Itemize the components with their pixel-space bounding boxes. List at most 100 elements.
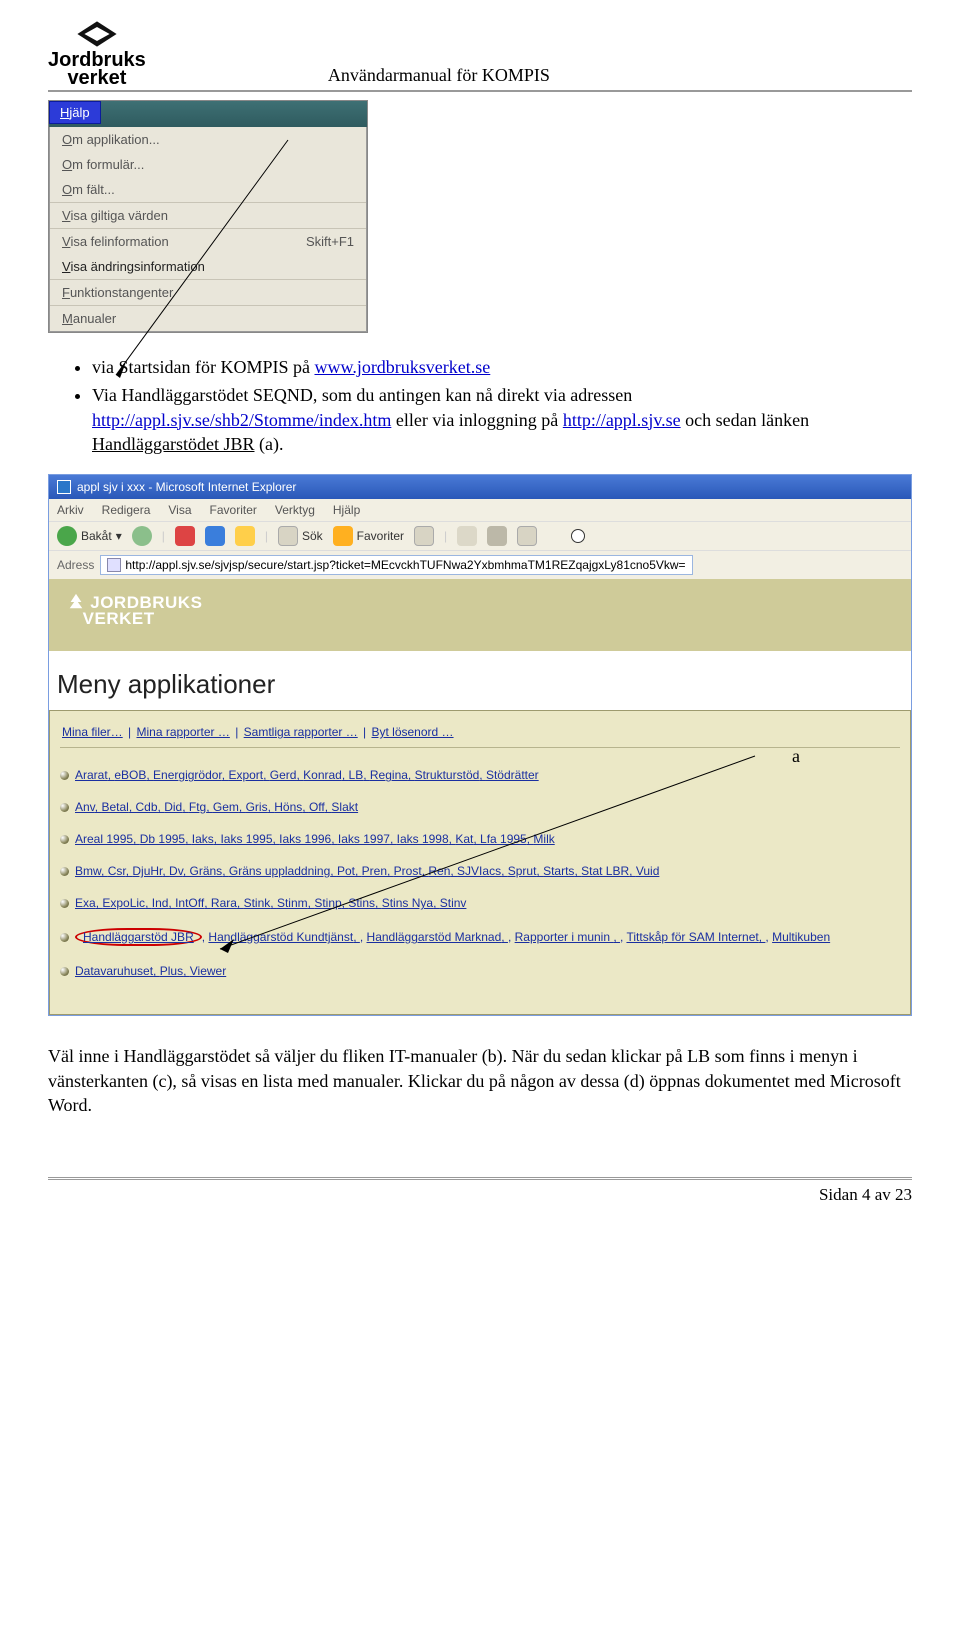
app-link[interactable]: Gräns [190, 864, 229, 878]
bullet-icon [60, 835, 69, 844]
app-link[interactable]: Bmw [75, 864, 108, 878]
app-link[interactable]: Pren [362, 864, 394, 878]
app-link[interactable]: Handläggarstöd Marknad [367, 930, 508, 944]
ie-address-row: Adress http://appl.sjv.se/sjvjsp/secure/… [49, 550, 911, 579]
app-link[interactable]: Betal [101, 800, 135, 814]
link-row-last: DatavaruhusetPlusViewer [60, 964, 900, 978]
app-link[interactable]: Rara [211, 896, 244, 910]
app-link[interactable]: Milk [533, 832, 554, 846]
app-link[interactable]: eBOB [114, 768, 153, 782]
app-link[interactable]: Stinm [277, 896, 314, 910]
forward-icon[interactable] [132, 526, 152, 546]
app-link[interactable]: Viewer [190, 964, 226, 978]
link-shb2[interactable]: http://appl.sjv.se/shb2/Stomme/index.htm [92, 410, 391, 430]
app-link[interactable]: IntOff [175, 896, 211, 910]
ie-menu-item[interactable]: Verktyg [275, 503, 315, 517]
app-link[interactable]: Gerd [270, 768, 303, 782]
refresh-icon[interactable] [205, 526, 225, 546]
app-link[interactable]: SJVIacs [457, 864, 508, 878]
app-link[interactable]: Anv [75, 800, 101, 814]
home-icon[interactable] [235, 526, 255, 546]
app-link[interactable]: Datavaruhuset [75, 964, 160, 978]
app-link[interactable]: Off [309, 800, 331, 814]
app-link[interactable]: Export [228, 768, 269, 782]
link-applsjv[interactable]: http://appl.sjv.se [563, 410, 681, 430]
app-link[interactable]: Vuid [636, 864, 660, 878]
page-header: Jordbruks verket Användarmanual för KOMP… [48, 20, 912, 92]
search-button[interactable]: Sök [278, 526, 323, 546]
app-link[interactable]: Rapporter i munin [515, 930, 620, 944]
ie-menu-item[interactable]: Hjälp [333, 503, 360, 517]
app-link[interactable]: Prost [394, 864, 429, 878]
app-link[interactable]: Stinv [440, 896, 467, 910]
app-link[interactable]: Lfa 1995 [480, 832, 533, 846]
logo-text-2: verket [67, 68, 126, 88]
diamond-icon[interactable] [568, 526, 588, 546]
link-handlaggarstod-jbr[interactable]: Handläggarstöd JBR [83, 930, 194, 944]
ie-favicon-icon [57, 480, 71, 494]
app-link[interactable]: Areal 1995 [75, 832, 140, 846]
app-link[interactable]: Höns [274, 800, 309, 814]
help-menu-button[interactable]: Hjälp [49, 101, 101, 124]
app-link[interactable]: Stinp [314, 896, 348, 910]
app-link[interactable]: Iaks 1996 [279, 832, 338, 846]
ie-menu-item[interactable]: Redigera [102, 503, 151, 517]
stop-icon[interactable] [175, 526, 195, 546]
print-icon[interactable] [487, 526, 507, 546]
app-link[interactable]: Stat LBR [581, 864, 636, 878]
back-button[interactable]: Bakåt ▾ [57, 526, 122, 546]
app-link[interactable]: DjuHr [132, 864, 169, 878]
app-link[interactable]: Csr [108, 864, 133, 878]
app-link[interactable]: Konrad [303, 768, 348, 782]
app-link[interactable]: Iaks [192, 832, 221, 846]
app-link[interactable]: Iaks 1995 [220, 832, 279, 846]
app-link[interactable]: Sprut [508, 864, 543, 878]
app-link[interactable]: Did [164, 800, 189, 814]
ie-menu-item[interactable]: Visa [168, 503, 191, 517]
app-link[interactable]: Gem [213, 800, 246, 814]
ie-menu-item[interactable]: Favoriter [210, 503, 257, 517]
app-link[interactable]: Ren [428, 864, 457, 878]
app-link[interactable]: Regina [370, 768, 415, 782]
app-link[interactable]: Multikuben [772, 930, 830, 944]
app-link[interactable]: Iaks 1998 [397, 832, 456, 846]
app-link[interactable]: Gräns uppladdning [229, 864, 337, 878]
mail-icon[interactable] [457, 526, 477, 546]
app-link[interactable]: Ararat [75, 768, 114, 782]
app-link[interactable]: Iaks 1997 [338, 832, 397, 846]
app-link[interactable]: Starts [543, 864, 581, 878]
app-link[interactable]: Gris [246, 800, 275, 814]
app-link[interactable]: LB [349, 768, 370, 782]
app-link[interactable]: Handläggarstöd Kundtjänst [208, 930, 359, 944]
top-link[interactable]: Byt lösenord … [372, 725, 454, 739]
app-link[interactable]: Energigrödor [153, 768, 228, 782]
edit-icon[interactable] [517, 526, 537, 546]
app-link[interactable]: Ftg [189, 800, 213, 814]
address-input[interactable]: http://appl.sjv.se/sjvjsp/secure/start.j… [100, 555, 692, 575]
app-link[interactable]: Stins Nya [382, 896, 440, 910]
app-link[interactable]: Ind [152, 896, 175, 910]
app-link[interactable]: Stödrätter [486, 768, 539, 782]
logo: Jordbruks verket [48, 20, 146, 88]
sjv-banner: JORDBRUKS VERKET [49, 579, 911, 651]
app-link[interactable]: Kat [455, 832, 480, 846]
app-link[interactable]: Db 1995 [140, 832, 192, 846]
history-icon[interactable] [414, 526, 434, 546]
top-link[interactable]: Mina rapporter … [136, 725, 229, 739]
app-link[interactable]: Stins [348, 896, 381, 910]
ie-menu-item[interactable]: Arkiv [57, 503, 84, 517]
app-link[interactable]: Pot [337, 864, 362, 878]
app-link[interactable]: Exa [75, 896, 102, 910]
top-link[interactable]: Mina filer… [62, 725, 123, 739]
app-link[interactable]: Slakt [331, 800, 358, 814]
app-link[interactable]: Stink [244, 896, 277, 910]
footer-separator [48, 1177, 912, 1181]
app-link[interactable]: ExpoLic [102, 896, 151, 910]
app-link[interactable]: Cdb [136, 800, 165, 814]
favorites-button[interactable]: Favoriter [333, 526, 404, 546]
app-link[interactable]: Tittskåp för SAM Internet [626, 930, 765, 944]
app-link[interactable]: Strukturstöd [415, 768, 486, 782]
top-link[interactable]: Samtliga rapporter … [244, 725, 358, 739]
app-link[interactable]: Dv [169, 864, 189, 878]
app-link[interactable]: Plus [160, 964, 190, 978]
